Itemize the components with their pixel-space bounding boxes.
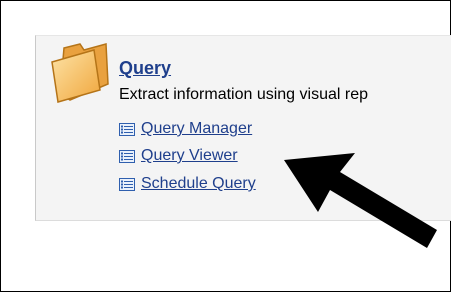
query-manager-label[interactable]: Query Manager — [141, 120, 252, 138]
schedule-query-label[interactable]: Schedule Query — [141, 175, 256, 193]
folder-icon — [51, 43, 109, 103]
query-manager-link[interactable]: Query Manager — [119, 119, 252, 139]
list-icon — [119, 149, 135, 163]
list-icon — [119, 122, 135, 136]
query-description: Extract information using visual rep — [119, 86, 368, 103]
list-icon — [119, 177, 135, 191]
query-viewer-link[interactable]: Query Viewer — [119, 146, 238, 166]
query-title-link[interactable]: Query — [119, 58, 171, 79]
query-viewer-label[interactable]: Query Viewer — [141, 147, 238, 165]
schedule-query-link[interactable]: Schedule Query — [119, 174, 256, 194]
